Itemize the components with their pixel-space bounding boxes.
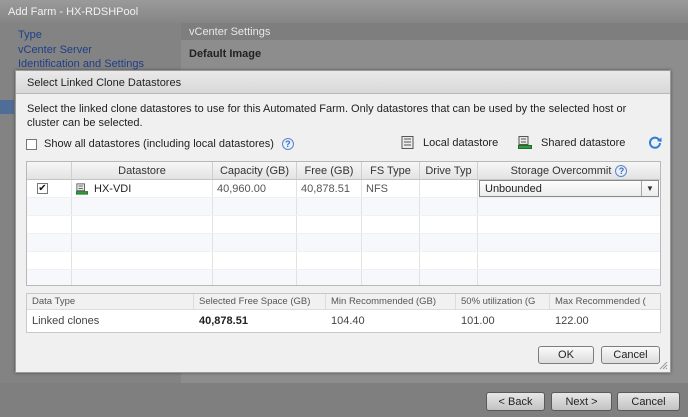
summary-min-recommended: 104.40 bbox=[331, 315, 365, 327]
col-select bbox=[27, 162, 72, 179]
chevron-down-icon[interactable]: ▼ bbox=[641, 181, 658, 196]
table-row-empty bbox=[27, 234, 660, 252]
local-datastore-icon bbox=[401, 136, 414, 149]
legend-shared-label: Shared datastore bbox=[541, 136, 626, 149]
table-header: Datastore Capacity (GB) Free (GB) FS Typ… bbox=[27, 162, 660, 180]
summary-data-type: Linked clones bbox=[32, 315, 100, 327]
table-row[interactable]: ✔ HX-VDI 40,960.00 40,878.51 NFS Unbound… bbox=[27, 180, 660, 198]
summary-max-recommended: 122.00 bbox=[555, 315, 589, 327]
summary-col-selected-free: Selected Free Space (GB) bbox=[194, 294, 326, 309]
help-icon[interactable]: ? bbox=[281, 138, 294, 150]
wizard-cancel-button[interactable]: Cancel bbox=[617, 392, 680, 411]
summary-col-max-recommended: Max Recommended ( bbox=[555, 296, 646, 307]
wizard-title: Add Farm - HX-RDSHPool bbox=[0, 0, 688, 23]
row-checkbox[interactable]: ✔ bbox=[37, 183, 48, 194]
summary-row: Linked clones 40,878.51 104.40 101.00 12… bbox=[27, 310, 660, 332]
datastore-table: Datastore Capacity (GB) Free (GB) FS Typ… bbox=[26, 161, 661, 286]
legend-local: Local datastore bbox=[401, 136, 498, 149]
default-image-label: Default Image bbox=[189, 48, 262, 60]
next-button[interactable]: Next > bbox=[551, 392, 612, 411]
dialog-description: Select the linked clone datastores to us… bbox=[27, 103, 627, 129]
col-storage-overcommit-label: Storage Overcommit bbox=[510, 164, 612, 177]
summary-col-data-type: Data Type bbox=[27, 294, 194, 309]
cancel-button[interactable]: Cancel bbox=[601, 346, 660, 364]
show-all-checkbox[interactable] bbox=[26, 138, 37, 150]
space-summary: Data Type Selected Free Space (GB) Min R… bbox=[26, 293, 661, 333]
legend-local-label: Local datastore bbox=[423, 136, 499, 149]
table-row-empty bbox=[27, 252, 660, 270]
vcenter-settings-header: vCenter Settings bbox=[181, 23, 688, 40]
col-datastore[interactable]: Datastore bbox=[72, 162, 213, 179]
overcommit-value: Unbounded bbox=[485, 182, 542, 195]
shared-datastore-icon bbox=[518, 136, 532, 149]
overcommit-cell: Unbounded ▼ bbox=[478, 180, 660, 197]
legend-shared: Shared datastore bbox=[518, 136, 625, 149]
fs-type-cell: NFS bbox=[362, 180, 420, 197]
nav-vcenter-server[interactable]: vCenter Server bbox=[0, 43, 181, 58]
select-datastores-dialog: Select Linked Clone Datastores Select th… bbox=[15, 70, 671, 373]
col-capacity[interactable]: Capacity (GB) bbox=[213, 162, 297, 179]
capacity-cell: 40,960.00 bbox=[213, 180, 297, 197]
show-all-datastores[interactable]: Show all datastores (including local dat… bbox=[26, 138, 294, 150]
summary-header: Data Type Selected Free Space (GB) Min R… bbox=[27, 294, 660, 310]
summary-50-utilization: 101.00 bbox=[461, 315, 495, 327]
dialog-title: Select Linked Clone Datastores bbox=[16, 71, 670, 94]
resize-grip-icon[interactable] bbox=[659, 361, 668, 370]
free-cell: 40,878.51 bbox=[297, 180, 362, 197]
datastore-cell: HX-VDI bbox=[72, 180, 213, 197]
table-row-empty bbox=[27, 198, 660, 216]
row-select-cell[interactable]: ✔ bbox=[27, 180, 72, 197]
refresh-icon[interactable] bbox=[648, 135, 662, 149]
table-row-empty bbox=[27, 216, 660, 234]
table-row-empty bbox=[27, 270, 660, 285]
nav-selected-marker bbox=[0, 100, 14, 114]
show-all-label: Show all datastores (including local dat… bbox=[44, 138, 274, 150]
summary-col-50-utilization: 50% utilization (G bbox=[456, 294, 550, 309]
overcommit-help-icon[interactable]: ? bbox=[615, 164, 628, 177]
shared-datastore-icon bbox=[76, 182, 88, 195]
summary-col-min-recommended: Min Recommended (GB) bbox=[326, 294, 456, 309]
storage-overcommit-select[interactable]: Unbounded ▼ bbox=[479, 180, 659, 197]
summary-selected-free: 40,878.51 bbox=[199, 315, 248, 327]
drive-type-cell bbox=[420, 180, 478, 197]
col-drive-type[interactable]: Drive Typ bbox=[420, 162, 478, 179]
col-free[interactable]: Free (GB) bbox=[297, 162, 362, 179]
datastore-name: HX-VDI bbox=[94, 182, 132, 195]
nav-type[interactable]: Type bbox=[0, 28, 181, 43]
col-storage-overcommit[interactable]: Storage Overcommit ? bbox=[478, 162, 660, 179]
ok-button[interactable]: OK bbox=[538, 346, 594, 364]
col-fs-type[interactable]: FS Type bbox=[362, 162, 420, 179]
back-button[interactable]: < Back bbox=[486, 392, 545, 411]
